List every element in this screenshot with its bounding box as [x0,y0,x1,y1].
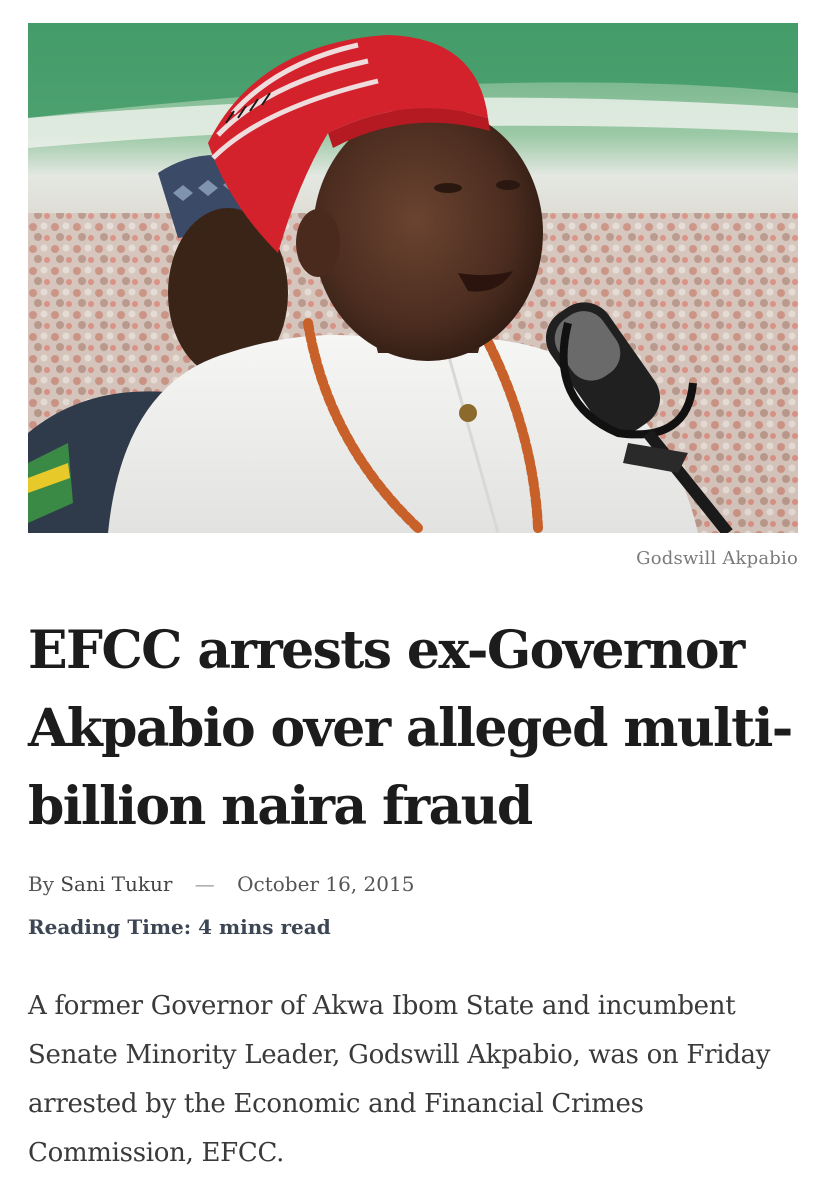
reading-time-label: Reading Time: [28,915,192,939]
author-link[interactable]: Sani Tukur [60,872,172,896]
hero-image[interactable] [28,23,798,533]
article-body-paragraph: A former Governor of Akwa Ibom State and… [28,991,771,1168]
meta-separator: — [194,872,215,896]
byline-prefix: By [28,872,54,896]
reading-time-value: 4 mins read [198,915,331,939]
article-page: Godswill Akpabio EFCC arrests ex-Governo… [0,0,825,1200]
article-meta: By Sani Tukur — October 16, 2015 [28,872,414,896]
reading-time: Reading Time: 4 mins read [28,915,331,939]
publish-date: October 16, 2015 [237,872,415,896]
image-caption: Godswill Akpabio [636,548,798,569]
article-headline: EFCC arrests ex-Governor Akpabio over al… [28,620,793,837]
